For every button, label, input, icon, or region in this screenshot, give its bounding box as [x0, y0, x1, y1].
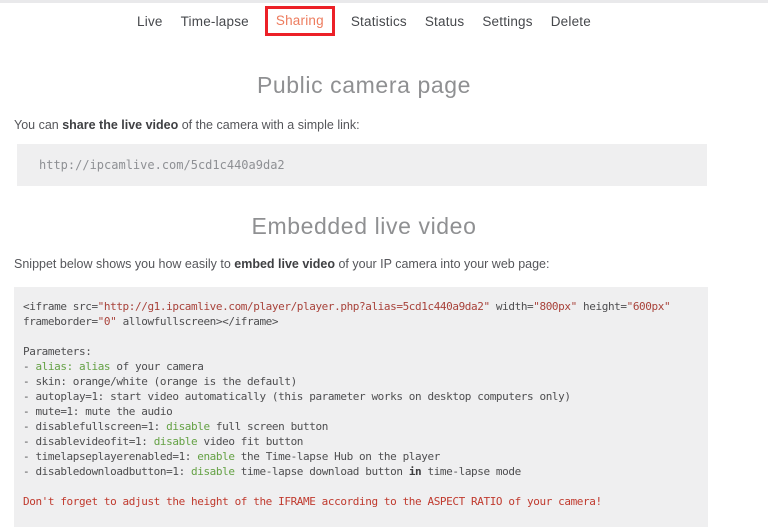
public-intro-prefix: You can: [14, 118, 62, 132]
code-line: - timelapseplayerenabled=1: enable the T…: [23, 449, 699, 464]
public-camera-page-title: Public camera page: [14, 72, 714, 99]
code-line: - mute=1: mute the audio: [23, 404, 699, 419]
code-line: - skin: orange/white (orange is the defa…: [23, 374, 699, 389]
code-line: Don't forget to adjust the height of the…: [23, 494, 699, 509]
code-line: [23, 329, 699, 344]
embed-intro-bold: embed live video: [234, 257, 335, 271]
nav-item-delete[interactable]: Delete: [551, 14, 591, 29]
embed-intro-suffix: of your IP camera into your web page:: [335, 257, 549, 271]
nav-item-live[interactable]: Live: [137, 14, 163, 29]
code-line: - disablefullscreen=1: disable full scre…: [23, 419, 699, 434]
page-content: Live Time-lapse Sharing Statistics Status Set…: [14, 3, 714, 527]
nav-item-settings[interactable]: Settings: [482, 14, 532, 29]
public-intro-suffix: of the camera with a simple link:: [178, 118, 359, 132]
code-line: <iframe src="http://g1.ipcamlive.com/pla…: [23, 299, 699, 314]
embed-code-box: <iframe src="http://g1.ipcamlive.com/pla…: [14, 287, 708, 527]
code-line: [23, 479, 699, 494]
camera-link-box[interactable]: http://ipcamlive.com/5cd1c440a9da2: [17, 144, 707, 186]
embedded-live-video-title: Embedded live video: [14, 213, 714, 240]
public-camera-intro: You can share the live video of the came…: [14, 118, 714, 133]
code-line: - autoplay=1: start video automatically …: [23, 389, 699, 404]
camera-nav: Live Time-lapse Sharing Statistics Status Set…: [14, 3, 714, 39]
embed-intro: Snippet below shows you how easily to em…: [14, 257, 714, 272]
code-line: Parameters:: [23, 344, 699, 359]
code-line: - alias: alias of your camera: [23, 359, 699, 374]
embed-intro-prefix: Snippet below shows you how easily to: [14, 257, 234, 271]
nav-item-statistics[interactable]: Statistics: [351, 14, 407, 29]
code-line: frameborder="0" allowfullscreen></iframe…: [23, 314, 699, 329]
code-line: - disabledownloadbutton=1: disable time-…: [23, 464, 699, 479]
nav-item-time-lapse[interactable]: Time-lapse: [181, 14, 249, 29]
sharing-annotation-box: Sharing: [265, 6, 335, 36]
public-intro-bold: share the live video: [62, 118, 178, 132]
nav-item-sharing[interactable]: Sharing: [276, 13, 324, 28]
nav-item-status[interactable]: Status: [425, 14, 464, 29]
code-line: - disablevideofit=1: disable video fit b…: [23, 434, 699, 449]
